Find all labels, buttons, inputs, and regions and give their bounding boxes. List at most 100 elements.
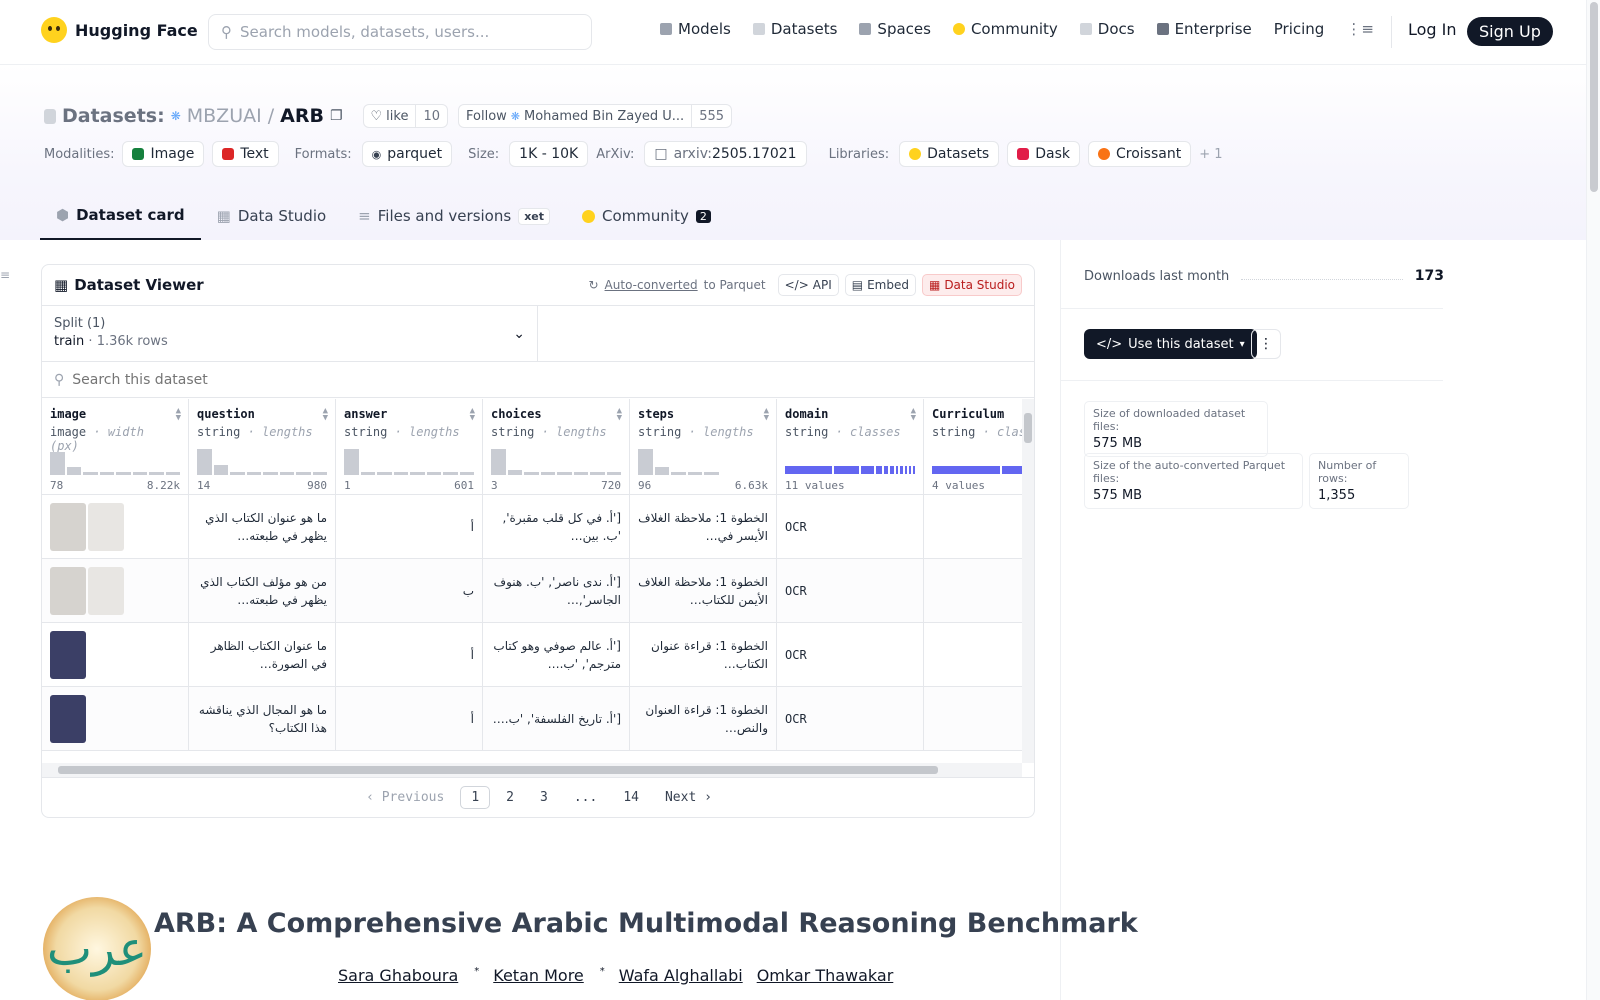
histogram-bar[interactable]	[459, 472, 474, 475]
org-link[interactable]: MBZUAI	[187, 105, 262, 127]
brand-link[interactable]: Hugging Face	[41, 17, 198, 43]
more-options-button[interactable]: ⋮	[1251, 329, 1281, 359]
histogram-bar[interactable]	[83, 472, 98, 475]
modality-image-tag[interactable]: Image	[122, 141, 205, 167]
sort-icon[interactable]: ▲ ▼	[764, 407, 769, 423]
format-tag[interactable]: ◉ parquet	[361, 141, 453, 167]
class-segment[interactable]	[834, 466, 860, 474]
histogram-bar[interactable]	[99, 472, 114, 475]
library-croissant-tag[interactable]: Croissant	[1088, 141, 1192, 167]
grid-horizontal-scrollbar[interactable]	[42, 763, 1022, 777]
table-cell[interactable]: ني	[924, 623, 1022, 687]
tab-data-studio[interactable]: ▦ Data Studio	[201, 198, 343, 240]
login-link[interactable]: Log In	[1408, 20, 1457, 39]
table-cell[interactable]: OCR	[777, 495, 923, 559]
histogram[interactable]	[197, 449, 327, 475]
nav-models[interactable]: Models	[660, 20, 731, 38]
table-cell[interactable]: ني	[924, 687, 1022, 751]
table-cell[interactable]: OCR	[777, 559, 923, 623]
table-cell[interactable]	[42, 495, 188, 559]
table-cell[interactable]	[42, 687, 188, 751]
histogram-bar[interactable]	[606, 472, 621, 475]
nav-pricing[interactable]: Pricing	[1274, 20, 1325, 38]
page-scrollbar[interactable]	[1586, 0, 1600, 1000]
table-cell[interactable]: أ	[336, 495, 482, 559]
histogram-bar[interactable]	[296, 472, 311, 475]
page-button[interactable]: 14	[613, 787, 649, 808]
image-thumbnail[interactable]	[50, 502, 86, 551]
table-cell[interactable]: ني	[924, 559, 1022, 623]
class-segment[interactable]	[884, 466, 888, 474]
nav-enterprise[interactable]: Enterprise	[1156, 20, 1252, 38]
class-segment[interactable]	[785, 466, 833, 474]
image-thumbnail[interactable]	[88, 502, 124, 551]
sort-icon[interactable]: ▲ ▼	[176, 407, 181, 423]
author-link[interactable]: Ketan More	[493, 966, 584, 985]
sort-icon[interactable]: ▲ ▼	[323, 407, 328, 423]
column-header[interactable]: answer string · lengths ▲ ▼ 1 601	[336, 399, 482, 495]
histogram-bar[interactable]	[360, 472, 375, 475]
grid-vertical-scrollbar[interactable]	[1022, 399, 1034, 763]
sort-icon[interactable]: ▲ ▼	[911, 407, 916, 423]
table-cell[interactable]: ني	[924, 495, 1022, 559]
class-segment[interactable]	[1002, 466, 1022, 474]
histogram-bar[interactable]	[507, 469, 522, 475]
histogram[interactable]	[344, 449, 474, 475]
histogram[interactable]	[50, 449, 180, 475]
table-cell[interactable]: الخطوة 1: قراءة العنوان والنص…	[630, 687, 776, 751]
nav-spaces[interactable]: Spaces	[859, 20, 931, 38]
table-cell[interactable]: ب	[336, 559, 482, 623]
histogram-bar[interactable]	[279, 472, 294, 475]
global-search-input[interactable]	[240, 23, 570, 41]
table-cell[interactable]: ['أ. عالم صوفي وهو كتاب مترجم', 'ب.…	[483, 623, 629, 687]
dataset-search-input[interactable]	[72, 371, 473, 388]
histogram-bar[interactable]	[312, 472, 327, 475]
histogram-bar[interactable]	[704, 472, 719, 475]
arxiv-tag[interactable]: □ arxiv: 2505.17021	[644, 141, 807, 167]
column-header[interactable]: question string · lengths ▲ ▼ 14 980	[189, 399, 335, 495]
table-cell[interactable]: الخطوة 1: ملاحظة الغلاف الأيمن للكتاب…	[630, 559, 776, 623]
histogram-bar[interactable]	[246, 472, 261, 475]
column-header[interactable]: domain string · classes ▲ ▼ 11 values	[777, 399, 923, 495]
table-cell[interactable]: OCR	[777, 687, 923, 751]
histogram-bar[interactable]	[687, 472, 702, 475]
table-cell[interactable]: ['أ. في كل قلب مقبرة', 'ب. بين…	[483, 495, 629, 559]
next-page-button[interactable]: Next ›	[655, 787, 722, 808]
sort-icon[interactable]: ▲ ▼	[470, 407, 475, 423]
split-selector[interactable]: Split (1) train · 1.36k rows ⌄	[42, 306, 538, 361]
dataset-name[interactable]: ARB	[280, 105, 324, 127]
histogram-bar[interactable]	[263, 472, 278, 475]
sidebar-toggle-icon[interactable]: ≡	[0, 268, 10, 282]
column-header[interactable]: steps string · lengths ▲ ▼ 96 6.63k	[630, 399, 776, 495]
page-button[interactable]: 2	[496, 787, 524, 808]
tab-dataset-card[interactable]: ⬢ Dataset card	[40, 198, 201, 240]
table-cell[interactable]: الخطوة 1: ملاحظة الغلاف الأيسر في…	[630, 495, 776, 559]
follow-pill[interactable]: Follow ❋ Mohamed Bin Zayed U... 555	[458, 104, 733, 128]
column-header[interactable]: image image · width (px) ▲ ▼ 78 8.22k	[42, 399, 188, 495]
class-segment[interactable]	[913, 466, 915, 474]
table-cell[interactable]: الخطوة 1: قراءة عنوان الكتاب…	[630, 623, 776, 687]
class-segment[interactable]	[876, 466, 883, 474]
table-cell[interactable]: ['أ. تاريخ الفلسفة', 'ب.…	[483, 687, 629, 751]
scroll-thumb[interactable]	[58, 766, 938, 774]
histogram-bar[interactable]	[573, 472, 588, 475]
library-datasets-tag[interactable]: Datasets	[899, 141, 1000, 167]
nav-more-menu[interactable]: ⋮≡	[1346, 20, 1374, 38]
scroll-thumb[interactable]	[1024, 413, 1032, 443]
histogram-bar[interactable]	[671, 472, 686, 475]
histogram-bar[interactable]	[344, 449, 359, 475]
library-dask-tag[interactable]: Dask	[1007, 141, 1080, 167]
class-segment[interactable]	[932, 466, 1001, 474]
column-header[interactable]: choices string · lengths ▲ ▼ 3 720	[483, 399, 629, 495]
histogram-bar[interactable]	[491, 449, 506, 475]
author-link[interactable]: Omkar Thawakar	[757, 966, 894, 985]
histogram-bar[interactable]	[557, 472, 572, 475]
histogram-bar[interactable]	[377, 472, 392, 475]
image-thumbnail[interactable]	[50, 630, 86, 679]
table-cell[interactable]	[42, 559, 188, 623]
image-thumbnail[interactable]	[50, 566, 86, 615]
class-segment[interactable]	[905, 466, 908, 474]
histogram-bar[interactable]	[132, 472, 147, 475]
author-link[interactable]: Wafa Alghallabi	[619, 966, 743, 985]
class-distribution-bar[interactable]	[932, 466, 1022, 474]
